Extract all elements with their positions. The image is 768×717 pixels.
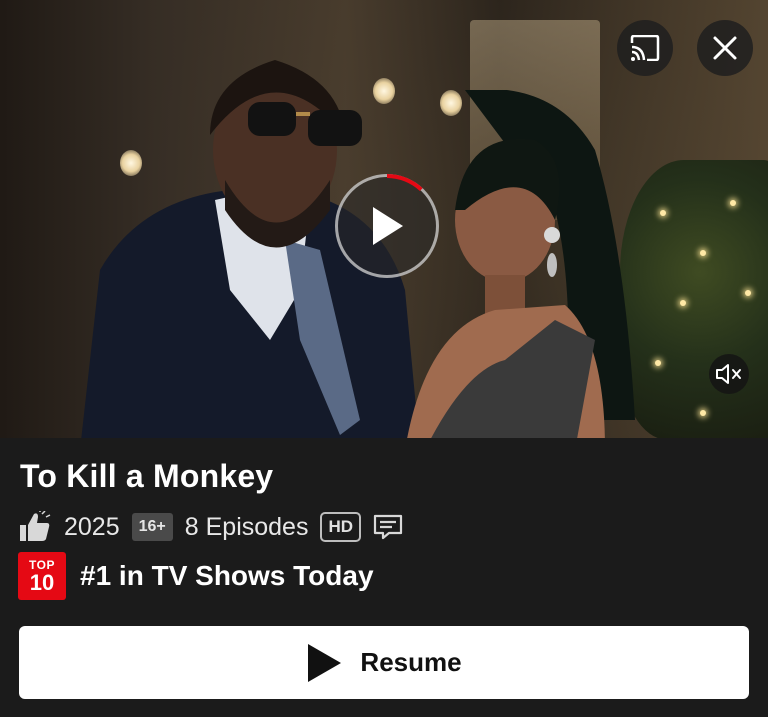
close-icon: [713, 36, 737, 60]
episode-count: 8 Episodes: [184, 512, 309, 541]
top10-badge-number: 10: [29, 569, 55, 595]
show-title: To Kill a Monkey: [20, 458, 274, 494]
resume-button-label: Resume: [360, 647, 462, 677]
hero-video-preview[interactable]: [0, 0, 768, 438]
play-preview-button[interactable]: [335, 174, 439, 278]
close-button[interactable]: [697, 20, 753, 76]
string-light: [730, 200, 736, 206]
hd-badge: HD: [320, 512, 362, 542]
string-light: [700, 410, 706, 416]
string-light: [660, 210, 666, 216]
mute-toggle-button[interactable]: [709, 354, 749, 394]
top10-row: TOP 10 #1 in TV Shows Today: [18, 552, 374, 600]
string-light: [655, 360, 661, 366]
actor-woman-figure: [407, 90, 635, 438]
top10-rank-text: #1 in TV Shows Today: [80, 560, 374, 591]
maturity-rating-badge: 16+: [131, 513, 173, 541]
resume-button[interactable]: Resume: [19, 626, 749, 699]
subtitles-icon: [373, 514, 403, 540]
string-light: [700, 250, 706, 256]
string-light: [745, 290, 751, 296]
play-icon: [308, 643, 342, 682]
preview-progress-ring: [386, 174, 423, 192]
show-meta-row: 2025 16+ 8 Episodes HD: [18, 508, 403, 546]
cast-icon: [630, 35, 660, 61]
thumbs-up-icon[interactable]: [18, 511, 52, 543]
string-light: [680, 300, 686, 306]
cast-button[interactable]: [617, 20, 673, 76]
top10-badge: TOP 10: [18, 552, 66, 600]
volume-muted-icon: [716, 364, 741, 384]
release-year: 2025: [64, 512, 120, 541]
top10-badge-top: TOP: [29, 557, 55, 572]
